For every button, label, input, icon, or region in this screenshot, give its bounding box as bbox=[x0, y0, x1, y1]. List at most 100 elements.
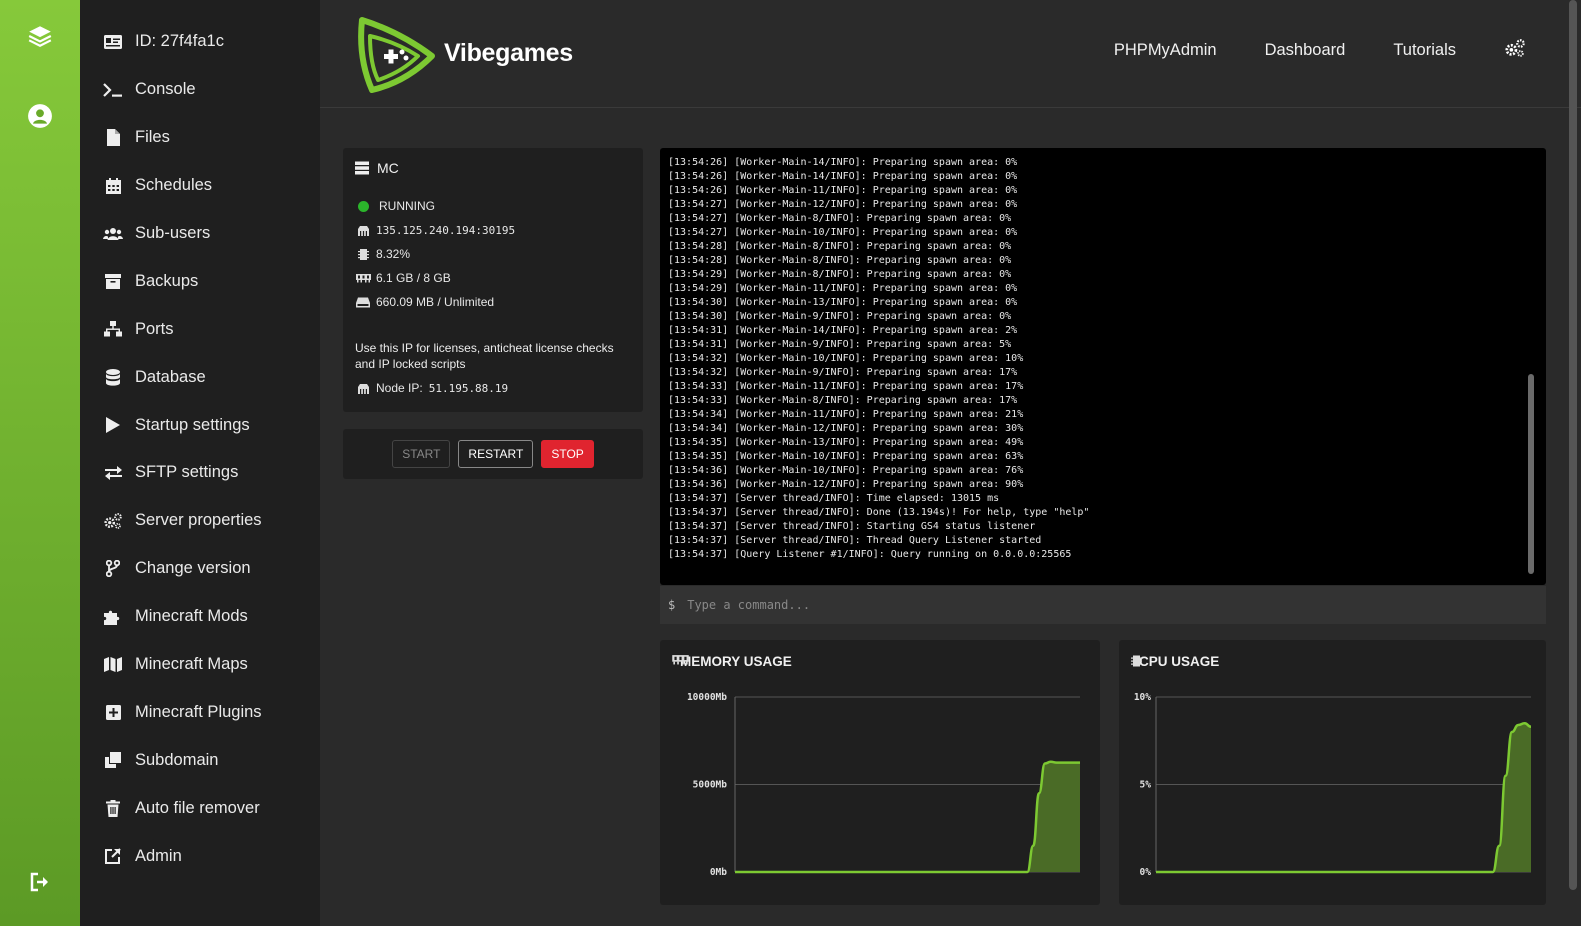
memory-title-text: MEMORY USAGE bbox=[680, 654, 792, 669]
sidebar-item-backups[interactable]: Backups bbox=[80, 257, 320, 305]
disk-row: 660.09 MB / Unlimited bbox=[355, 290, 631, 314]
restart-button[interactable]: RESTART bbox=[458, 440, 534, 468]
layers-icon[interactable] bbox=[20, 16, 60, 56]
server-address[interactable]: 135.125.240.194:30195 bbox=[376, 224, 515, 237]
ethernet-icon bbox=[355, 225, 371, 236]
console-line: [13:54:37] [Server thread/INFO]: Done (1… bbox=[668, 507, 1090, 518]
hdd-icon bbox=[355, 297, 371, 308]
user-circle-icon[interactable] bbox=[20, 96, 60, 136]
sidebar-item-label: Server properties bbox=[135, 511, 262, 530]
usage-line bbox=[1155, 721, 1532, 874]
ip-note: Use this IP for licenses, anticheat lice… bbox=[355, 341, 614, 371]
console-line: [13:54:36] [Worker-Main-12/INFO]: Prepar… bbox=[668, 479, 1024, 490]
network-icon bbox=[102, 318, 124, 340]
plus-square-icon bbox=[102, 701, 124, 723]
console-line: [13:54:27] [Worker-Main-10/INFO]: Prepar… bbox=[668, 227, 1018, 238]
cpu-icon bbox=[355, 248, 371, 261]
sidebar-item-server-properties[interactable]: Server properties bbox=[80, 497, 320, 545]
cpu-usage-chart: 10% 5% 0% CPU USAGE bbox=[1119, 640, 1546, 905]
users-icon bbox=[102, 223, 124, 245]
start-button[interactable]: START bbox=[392, 440, 451, 468]
sidebar-item-auto-file-remover[interactable]: Auto file remover bbox=[80, 784, 320, 832]
disk-value: 660.09 MB / Unlimited bbox=[376, 295, 495, 309]
sidebar-item-admin[interactable]: Admin bbox=[80, 832, 320, 880]
sidebar-item-minecraft-maps[interactable]: Minecraft Maps bbox=[80, 641, 320, 689]
brand-logo[interactable]: Vibegames bbox=[350, 10, 573, 96]
console-line: [13:54:37] [Server thread/INFO]: Thread … bbox=[668, 535, 1042, 546]
y-tick-label: 0% bbox=[1140, 867, 1152, 878]
usage-area bbox=[735, 761, 1080, 872]
sidebar-item-label: ID: 27f4fa1c bbox=[135, 32, 224, 51]
console-output[interactable]: [13:54:26] [Worker-Main-14/INFO]: Prepar… bbox=[660, 148, 1546, 585]
sidebar-item-sftp-settings[interactable]: SFTP settings bbox=[80, 449, 320, 497]
branch-icon bbox=[102, 558, 124, 580]
console-line: [13:54:32] [Worker-Main-10/INFO]: Prepar… bbox=[668, 353, 1024, 364]
console-line: [13:54:32] [Worker-Main-9/INFO]: Prepari… bbox=[668, 367, 1018, 378]
console-line: [13:54:37] [Server thread/INFO]: Time el… bbox=[668, 493, 1000, 504]
gears-icon[interactable] bbox=[1504, 38, 1526, 63]
sidebar-item-id-27f4fa1c[interactable]: ID: 27f4fa1c bbox=[80, 18, 320, 66]
prompt-sign: $ bbox=[668, 598, 676, 612]
sidebar-item-subdomain[interactable]: Subdomain bbox=[80, 736, 320, 784]
usage-line bbox=[734, 760, 1080, 874]
sidebar-item-label: Files bbox=[135, 128, 170, 147]
console-line: [13:54:37] [Query Listener #1/INFO]: Que… bbox=[668, 549, 1072, 560]
page-scrollbar[interactable] bbox=[1569, 0, 1577, 890]
console-line: [13:54:26] [Worker-Main-14/INFO]: Prepar… bbox=[668, 171, 1018, 182]
sidebar-item-change-version[interactable]: Change version bbox=[80, 545, 320, 593]
ethernet-icon bbox=[355, 383, 371, 394]
server-header: MC bbox=[355, 160, 631, 176]
sidebar-item-ports[interactable]: Ports bbox=[80, 305, 320, 353]
cpu-row: 8.32% bbox=[355, 242, 631, 266]
console-line: [13:54:35] [Worker-Main-10/INFO]: Prepar… bbox=[668, 451, 1024, 462]
console-line: [13:54:29] [Worker-Main-8/INFO]: Prepari… bbox=[668, 269, 1012, 280]
server-icon bbox=[355, 161, 369, 175]
brand-name: Vibegames bbox=[444, 38, 573, 67]
nav-phpmyadmin[interactable]: PHPMyAdmin bbox=[1114, 41, 1217, 60]
sidebar-item-label: Minecraft Plugins bbox=[135, 702, 262, 721]
sidebar-item-label: Minecraft Maps bbox=[135, 655, 248, 674]
logout-icon[interactable] bbox=[20, 862, 60, 902]
cpu-title-text: CPU USAGE bbox=[1139, 654, 1220, 669]
sidebar-item-schedules[interactable]: Schedules bbox=[80, 162, 320, 210]
clone-icon bbox=[102, 749, 124, 771]
file-icon bbox=[102, 127, 124, 149]
command-input[interactable] bbox=[687, 598, 1488, 612]
nav-tutorials[interactable]: Tutorials bbox=[1393, 41, 1456, 60]
y-tick-label: 10000Mb bbox=[687, 692, 727, 703]
calendar-icon bbox=[102, 175, 124, 197]
sidebar-item-minecraft-mods[interactable]: Minecraft Mods bbox=[80, 593, 320, 641]
console-line: [13:54:34] [Worker-Main-11/INFO]: Prepar… bbox=[668, 409, 1024, 420]
sidebar-item-minecraft-plugins[interactable]: Minecraft Plugins bbox=[80, 688, 320, 736]
sidebar-item-sub-users[interactable]: Sub-users bbox=[80, 210, 320, 258]
gamepad-logo-icon bbox=[358, 17, 435, 93]
status-dot-icon bbox=[357, 200, 369, 212]
memory-usage-chart: 10000Mb 5000Mb 0Mb MEMORY USAGE bbox=[660, 640, 1100, 905]
map-icon bbox=[102, 654, 124, 676]
node-ip-value[interactable]: 51.195.88.19 bbox=[429, 382, 508, 395]
nav-dashboard[interactable]: Dashboard bbox=[1265, 41, 1346, 60]
sidebar-item-files[interactable]: Files bbox=[80, 114, 320, 162]
icon-rail bbox=[0, 0, 80, 926]
play-icon bbox=[102, 414, 124, 436]
sidebar-item-startup-settings[interactable]: Startup settings bbox=[80, 401, 320, 449]
console-line: [13:54:36] [Worker-Main-10/INFO]: Prepar… bbox=[668, 465, 1024, 476]
sidebar-item-console[interactable]: Console bbox=[80, 66, 320, 114]
sidebar-item-database[interactable]: Database bbox=[80, 353, 320, 401]
cpu-chart-svg: 10% 5% 0% bbox=[1134, 692, 1532, 878]
console-scrollbar[interactable] bbox=[1528, 374, 1534, 574]
y-tick-label: 5000Mb bbox=[693, 780, 728, 791]
memory-value: 6.1 GB / 8 GB bbox=[376, 271, 451, 285]
terminal-icon bbox=[102, 79, 124, 101]
address-row: 135.125.240.194:30195 bbox=[355, 218, 631, 242]
cpu-value: 8.32% bbox=[376, 247, 411, 261]
trash-icon bbox=[102, 797, 124, 819]
console-line: [13:54:33] [Worker-Main-11/INFO]: Prepar… bbox=[668, 381, 1024, 392]
console-line: [13:54:29] [Worker-Main-11/INFO]: Prepar… bbox=[668, 283, 1018, 294]
console-line: [13:54:33] [Worker-Main-8/INFO]: Prepari… bbox=[668, 395, 1018, 406]
stop-button[interactable]: STOP bbox=[541, 440, 594, 468]
top-bar: Vibegames PHPMyAdmin Dashboard Tutorials bbox=[320, 0, 1581, 108]
sidebar-item-label: Auto file remover bbox=[135, 798, 260, 817]
sidebar-item-label: SFTP settings bbox=[135, 463, 239, 482]
sidebar-item-label: Backups bbox=[135, 271, 199, 290]
